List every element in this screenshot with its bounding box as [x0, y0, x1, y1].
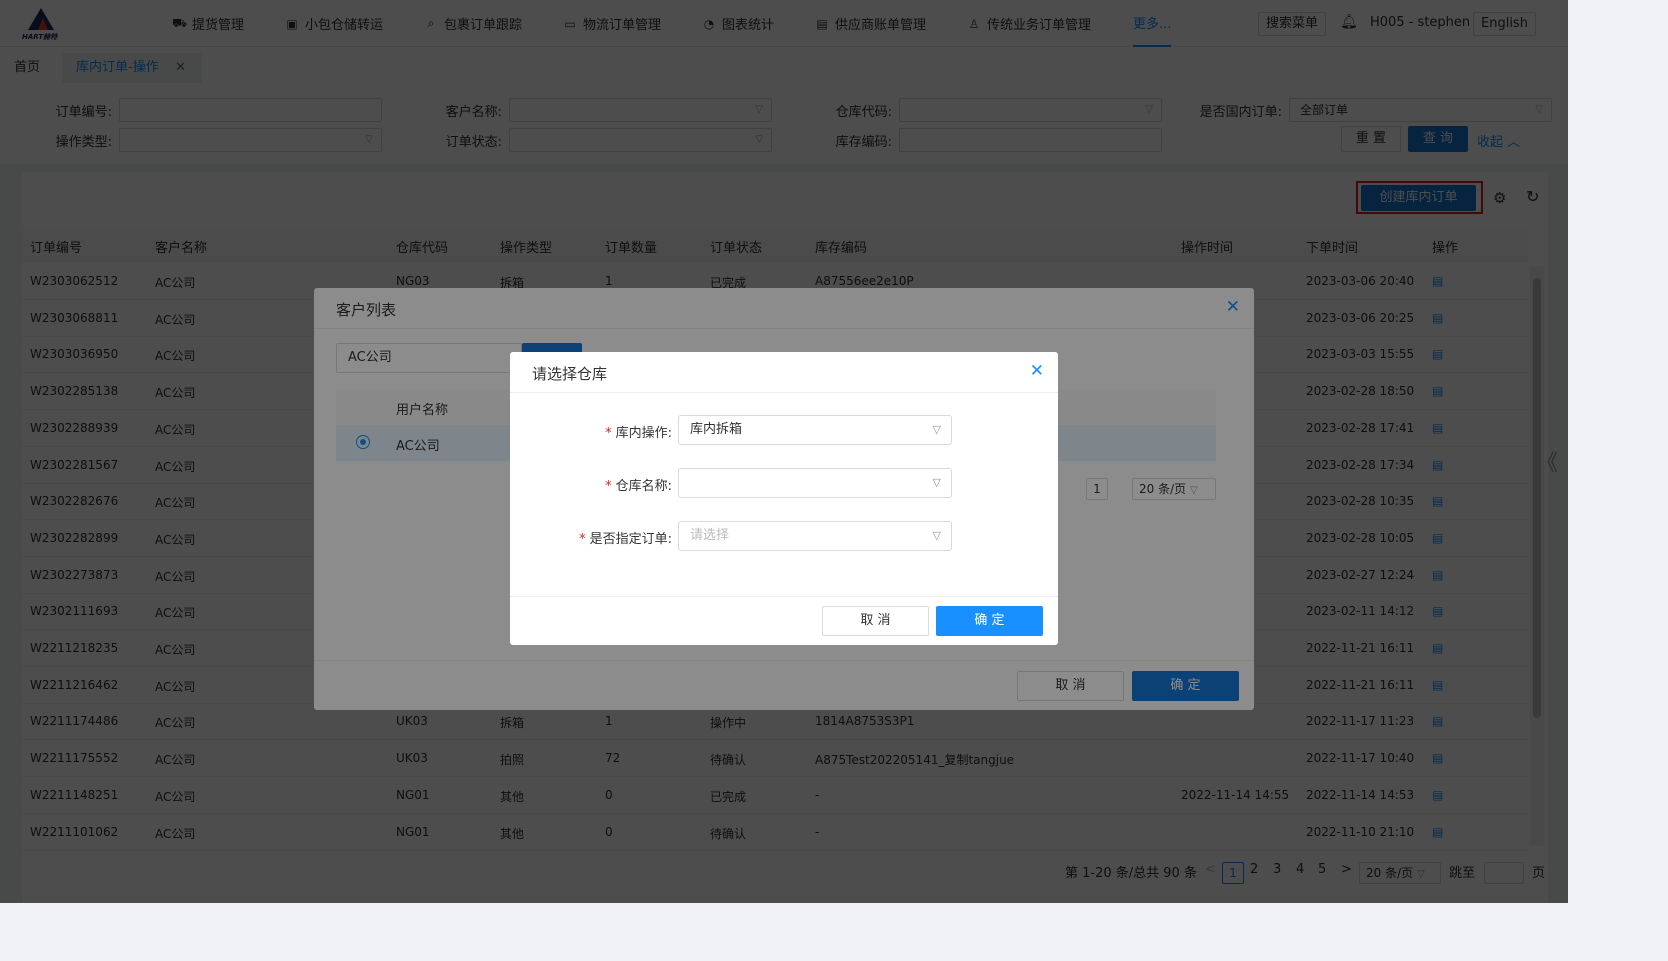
close-icon[interactable]: ✕ [1030, 361, 1044, 381]
confirm-button[interactable]: 确 定 [936, 606, 1043, 636]
dialog-title: 请选择仓库 [532, 365, 608, 383]
warehouse-label: * 仓库名称: [605, 479, 672, 494]
chevron-down-icon: ▽ [932, 423, 941, 436]
specified-order-label: * 是否指定订单: [579, 532, 672, 547]
cancel-button[interactable]: 取 消 [822, 606, 929, 636]
warehouse-select[interactable]: ▽ [678, 468, 952, 498]
op-label: * 库内操作: [605, 426, 672, 441]
chevron-down-icon: ▽ [932, 476, 941, 489]
select-warehouse-dialog: 请选择仓库 ✕ * 库内操作: 库内拆箱 ▽ * 仓库名称: ▽ * 是否指定订单: 请… [510, 352, 1058, 645]
specified-order-select[interactable]: 请选择 ▽ [678, 521, 952, 551]
chevron-down-icon: ▽ [932, 529, 941, 542]
inventory-op-select[interactable]: 库内拆箱 ▽ [678, 415, 952, 445]
